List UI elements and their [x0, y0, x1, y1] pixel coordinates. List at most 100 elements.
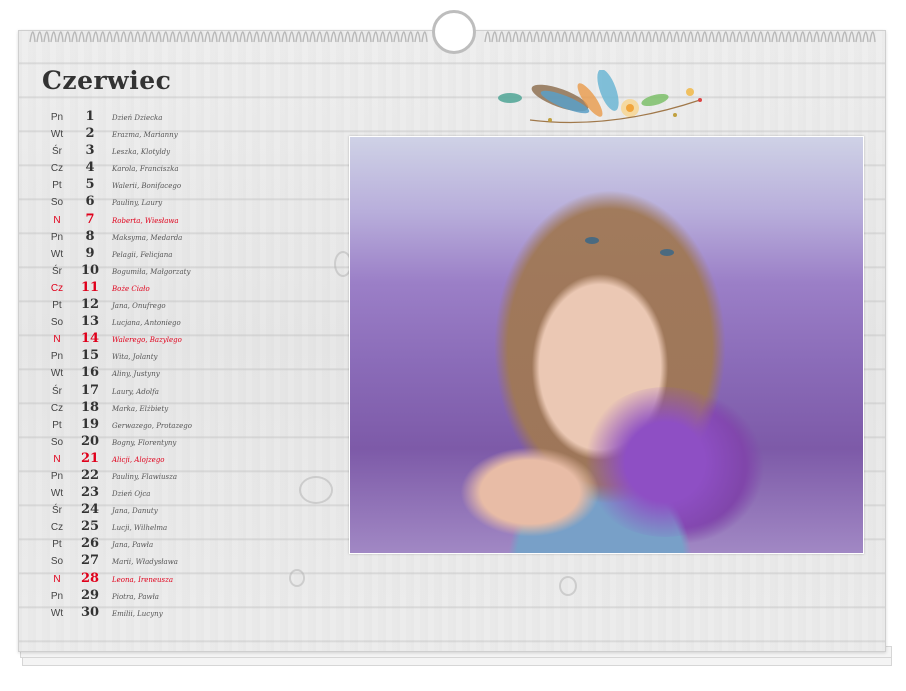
day-number: 21: [80, 450, 100, 466]
weekday-label: Pt: [52, 180, 62, 192]
day-row: So 6 Pauliny, Laury: [44, 194, 304, 211]
name-day: Erazma, Marianny: [112, 131, 178, 140]
spiral-coil: [757, 31, 764, 43]
spiral-coil: [232, 31, 239, 43]
day-row: N 7 Roberta, Wiesława: [44, 212, 304, 229]
name-day: Pauliny, Laury: [112, 199, 163, 208]
day-row: So 27 Marii, Władysława: [44, 553, 304, 570]
calendar-photo: [349, 136, 864, 554]
spiral-coil: [414, 31, 421, 43]
spiral-coil: [540, 31, 547, 43]
spiral-coil: [379, 31, 386, 43]
spiral-coil: [505, 31, 512, 43]
day-row: Pn 1 Dzień Dziecka: [44, 109, 304, 126]
spiral-coil: [127, 31, 134, 43]
weekday-label: Cz: [50, 282, 64, 294]
day-number: 15: [80, 348, 100, 364]
eye-right: [660, 249, 674, 256]
flower: [626, 104, 634, 112]
spiral-coil: [708, 31, 715, 43]
spiral-coil: [148, 31, 155, 43]
spiral-coil: [729, 31, 736, 43]
day-number: 25: [80, 519, 100, 535]
berry: [673, 113, 677, 117]
day-number: 22: [80, 467, 100, 483]
day-number: 16: [80, 365, 100, 381]
spiral-coil: [183, 31, 190, 43]
day-row: Pt 5 Walerii, Bonifacego: [44, 177, 304, 194]
day-row: Pn 8 Maksyma, Medarda: [44, 229, 304, 246]
spiral-coil: [162, 31, 169, 43]
spiral-coil: [701, 31, 708, 43]
name-day: Aliny, Justyny: [112, 370, 160, 379]
day-row: Śr 24 Jana, Danuty: [44, 502, 304, 519]
day-row: Wt 30 Emilii, Lucyny: [44, 605, 304, 622]
name-day: Walerii, Bonifacego: [112, 182, 182, 191]
name-day: Jana, Onufrego: [112, 302, 166, 311]
weekday-label: Śr: [52, 146, 62, 158]
spiral-coil: [351, 31, 358, 43]
name-day: Leszka, Klotyldy: [112, 148, 171, 157]
weekday-label: Pt: [52, 539, 62, 551]
weekday-label: N: [53, 334, 61, 346]
spiral-coil: [673, 31, 680, 43]
day-number: 12: [80, 297, 100, 313]
day-row: Cz 18 Marka, Elżbiety: [44, 400, 304, 417]
name-day: Jana, Danuty: [112, 507, 158, 516]
spiral-coil: [750, 31, 757, 43]
spiral-coil: [50, 31, 57, 43]
spiral-coil: [239, 31, 246, 43]
day-number: 27: [80, 553, 100, 569]
spiral-coil: [533, 31, 540, 43]
spiral-coil: [302, 31, 309, 43]
name-day: Alicji, Alojzego: [112, 455, 165, 464]
weekday-label: Pt: [52, 300, 62, 312]
spiral-coil: [484, 31, 491, 43]
day-number: 1: [85, 109, 95, 124]
spiral-coil: [652, 31, 659, 43]
day-number: 19: [80, 416, 100, 432]
name-day: Bogumiła, Małgorzaty: [112, 267, 191, 276]
day-number: 3: [85, 143, 95, 159]
spiral-coil: [617, 31, 624, 43]
spiral-coil: [57, 31, 64, 43]
spiral-coil: [834, 31, 841, 43]
spiral-coil: [624, 31, 631, 43]
day-number: 4: [85, 160, 95, 176]
day-row: So 20 Bogny, Florentyny: [44, 434, 304, 451]
day-row: Wt 2 Erazma, Marianny: [44, 126, 304, 143]
day-row: Cz 11 Boże Ciało: [44, 280, 304, 297]
month-title: Czerwiec: [42, 66, 172, 95]
day-list: Pn 1 Dzień Dziecka Wt 2 Erazma, Marianny Śr 3 Le…: [44, 109, 304, 622]
day-row: Cz 25 Lucji, Wilhelma: [44, 519, 304, 536]
spiral-coil: [820, 31, 827, 43]
day-row: Śr 10 Bogumiła, Małgorzaty: [44, 263, 304, 280]
spiral-coil: [610, 31, 617, 43]
weekday-label: Cz: [50, 522, 64, 534]
spiral-coil: [666, 31, 673, 43]
day-number: 13: [80, 314, 100, 330]
day-number: 14: [80, 331, 100, 347]
day-row: Pn 15 Wita, Jolanty: [44, 348, 304, 365]
spiral-coil: [393, 31, 400, 43]
name-day: Leona, Ireneusza: [112, 575, 174, 584]
spiral-coil: [267, 31, 274, 43]
day-row: Wt 9 Pelagii, Felicjana: [44, 246, 304, 263]
wood-knot: [559, 576, 577, 596]
name-day: Walerego, Bazylego: [112, 336, 182, 345]
spiral-coil: [659, 31, 666, 43]
spiral-coil: [841, 31, 848, 43]
spiral-coil: [29, 31, 36, 43]
name-day: Pelagii, Felicjana: [112, 250, 173, 259]
weekday-label: N: [53, 453, 61, 465]
day-number: 5: [85, 177, 95, 193]
spiral-coil: [519, 31, 526, 43]
weekday-label: Cz: [50, 163, 64, 175]
name-day: Jana, Pawła: [112, 541, 154, 550]
day-number: 30: [80, 604, 100, 620]
spiral-coil: [78, 31, 85, 43]
name-day: Lucji, Wilhelma: [112, 524, 168, 533]
day-row: N 21 Alicji, Alojzego: [44, 451, 304, 468]
name-day: Wita, Jolanty: [112, 353, 158, 362]
spiral-coil: [554, 31, 561, 43]
